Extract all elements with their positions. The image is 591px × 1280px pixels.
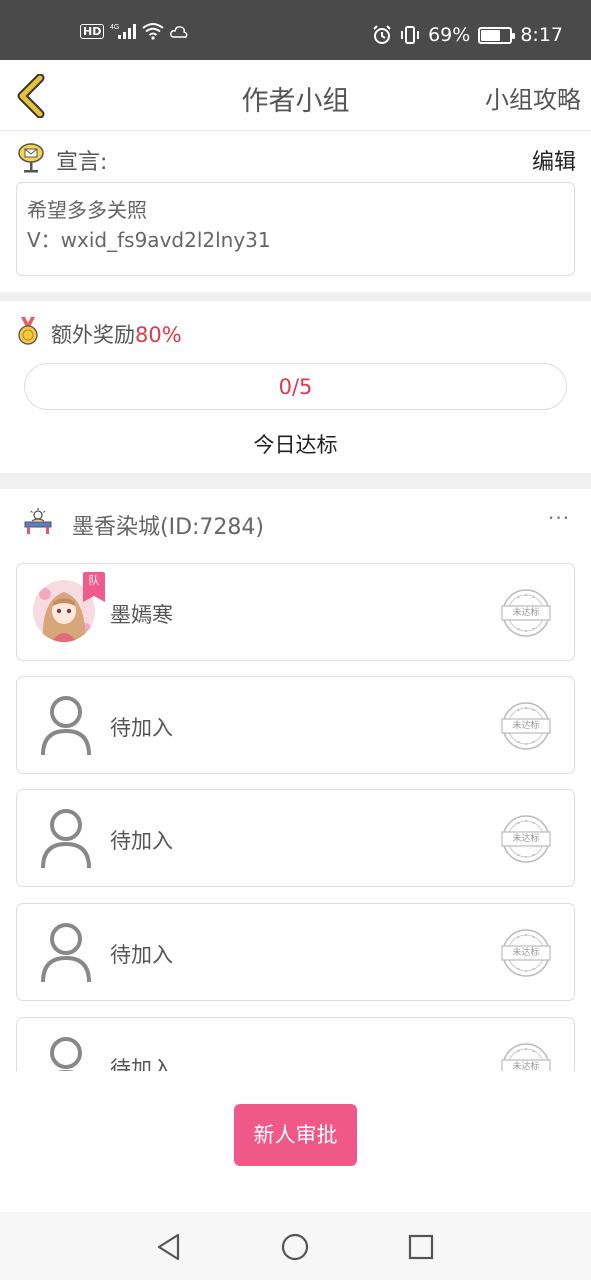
daily-progress-bar: 0/5 — [24, 363, 567, 410]
nav-back-icon[interactable] — [154, 1232, 184, 1262]
declaration-text-box[interactable]: 希望多多关照 V：wxid_fs9avd2l2lny31 — [16, 182, 575, 276]
svg-text:4G: 4G — [110, 24, 119, 31]
not-qualified-stamp-text: 未达标 — [512, 948, 540, 958]
vibrate-icon — [401, 26, 420, 44]
declaration-header: 宣言: 编辑 — [18, 140, 576, 176]
member-name: 墨嫣寒 — [110, 603, 173, 627]
leader-badge: 队 — [83, 572, 105, 602]
app-header: 作者小组 小组攻略 — [0, 60, 591, 131]
group-guide-link[interactable]: 小组攻略 — [485, 80, 581, 115]
member-card[interactable]: 待加入 未达标 — [16, 676, 575, 774]
system-nav-bar — [0, 1212, 591, 1280]
extra-reward-percent: 80% — [135, 323, 182, 347]
member-name: 待加入 — [110, 1057, 173, 1071]
declaration-line: V：wxid_fs9avd2l2lny31 — [27, 228, 271, 252]
group-table-icon — [24, 508, 52, 534]
empty-person-icon — [50, 1037, 82, 1071]
new-member-approval-button[interactable]: 新人审批 — [234, 1104, 357, 1166]
battery-level — [481, 29, 501, 41]
member-name: 待加入 — [110, 716, 173, 740]
extra-reward-text: 额外奖励 — [51, 323, 135, 347]
nav-recents-icon[interactable] — [406, 1232, 436, 1262]
hd-indicator: HD — [80, 23, 105, 39]
not-qualified-stamp-text: 未达标 — [512, 608, 540, 618]
member-card[interactable]: 待加入 未达标 — [16, 789, 575, 887]
status-left: HD 4G — [80, 22, 188, 40]
section-divider — [0, 473, 591, 489]
empty-person-icon — [41, 809, 91, 869]
medal-icon — [18, 317, 38, 345]
extra-reward-label: 额外奖励80% — [51, 319, 182, 349]
group-name: 墨香染城(ID:7284) — [72, 515, 264, 540]
member-card[interactable]: 待加入 未达标 — [16, 1017, 575, 1071]
empty-person-icon — [41, 923, 91, 983]
member-list[interactable]: 队 墨嫣寒 未达标 待加入 未达标 待加入 未达标 待加入 未达标 待加入 未达… — [0, 555, 591, 1071]
not-qualified-stamp-text: 未达标 — [512, 721, 540, 731]
signal-icon: 4G — [110, 24, 137, 39]
member-card[interactable]: 队 墨嫣寒 未达标 — [16, 563, 575, 661]
mailbox-icon — [18, 143, 44, 173]
edit-declaration-button[interactable]: 编辑 — [532, 144, 576, 176]
more-options-button[interactable]: ··· — [548, 506, 570, 530]
section-divider — [0, 292, 591, 301]
member-card[interactable]: 待加入 未达标 — [16, 903, 575, 1001]
weather-cloud-icon — [170, 26, 188, 38]
nav-home-icon[interactable] — [280, 1232, 310, 1262]
wifi-icon — [142, 23, 164, 40]
empty-person-icon — [41, 696, 91, 756]
status-bar: HD 4G 69% 8:17 — [0, 0, 591, 60]
alarm-icon — [373, 25, 391, 44]
declaration-line: 希望多多关照 — [27, 198, 147, 222]
not-qualified-stamp-text: 未达标 — [512, 1062, 540, 1071]
today-target-label: 今日达标 — [253, 433, 338, 457]
battery-icon — [478, 26, 516, 44]
clock: 8:17 — [520, 24, 563, 46]
member-name: 待加入 — [110, 943, 173, 967]
member-name: 待加入 — [110, 829, 173, 853]
progress-text: 0/5 — [278, 375, 313, 399]
status-right: 69% 8:17 — [372, 24, 563, 46]
declaration-label: 宣言: — [56, 150, 108, 175]
battery-percent: 69% — [428, 24, 471, 46]
not-qualified-stamp-text: 未达标 — [512, 834, 540, 844]
